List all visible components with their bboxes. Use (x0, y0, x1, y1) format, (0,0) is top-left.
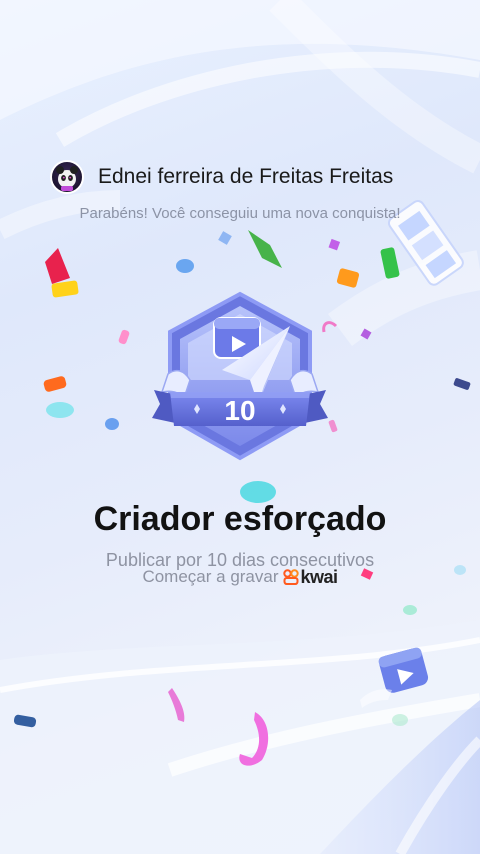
kwai-logo-icon (282, 569, 299, 585)
badge-number: 10 (224, 395, 255, 426)
achievement-title: Criador esforçado (93, 500, 387, 538)
achievement-badge: 10 (140, 288, 340, 473)
panda-avatar-icon[interactable] (50, 160, 84, 194)
paper-plane-video-badge-icon: 10 (152, 291, 338, 461)
kwai-logo: kwai (282, 566, 339, 588)
start-recording-label: Começar a gravar (142, 567, 279, 586)
start-recording-link[interactable]: Começar a gravar kwai (0, 566, 480, 588)
user-header: Ednei ferreira de Freitas Freitas (50, 158, 450, 196)
kwai-wordmark: kwai (300, 566, 339, 587)
username: Ednei ferreira de Freitas Freitas (98, 165, 394, 188)
congrats-message: Parabéns! Você conseguiu uma nova conqui… (79, 205, 401, 222)
